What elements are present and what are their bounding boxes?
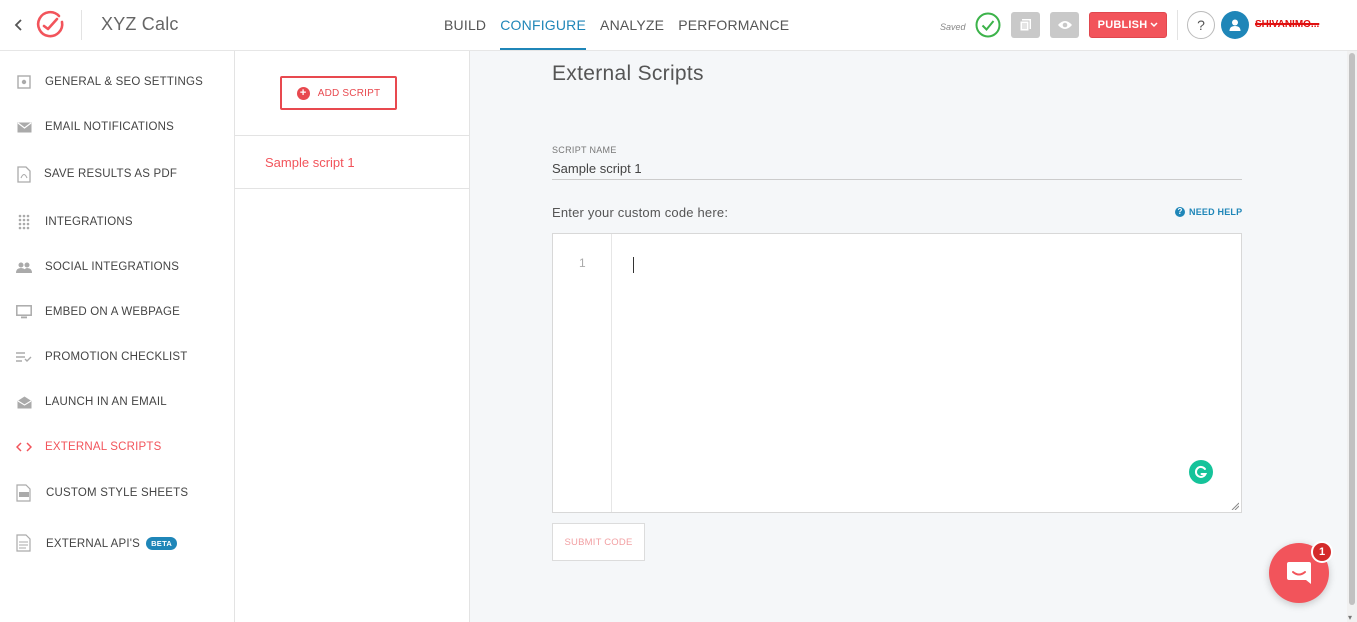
script-name-label: SCRIPT NAME [552,145,617,155]
settings-sidebar: GENERAL & SEO SETTINGS EMAIL NOTIFICATIO… [0,51,235,622]
sidebar-item-label: GENERAL & SEO SETTINGS [45,76,203,88]
checklist-icon [15,348,33,366]
page-scrollbar[interactable]: ▾ [1347,51,1357,622]
publish-button[interactable]: PUBLISH [1089,12,1167,38]
api-file-icon [15,534,33,552]
script-name-input[interactable] [552,157,1242,180]
beta-badge: BETA [146,536,178,550]
user-icon [1229,19,1241,31]
sidebar-item-email-notifications[interactable]: EMAIL NOTIFICATIONS [0,107,234,147]
sidebar-item-save-pdf[interactable]: SAVE RESULTS AS PDF [0,154,234,194]
sidebar-item-custom-style-sheets[interactable]: CUSTOM STYLE SHEETS [0,473,234,513]
tab-analyze[interactable]: ANALYZE [600,0,664,51]
script-list-item[interactable]: Sample script 1 [265,155,355,170]
divider [235,188,469,189]
sidebar-item-embed-webpage[interactable]: EMBED ON A WEBPAGE [0,292,234,332]
chevron-down-icon [1150,20,1158,30]
saved-status-text: Saved [940,22,966,32]
header-divider [81,10,82,40]
main-nav: BUILD CONFIGURE ANALYZE PERFORMANCE [444,0,803,51]
envelope-icon [15,118,33,136]
sidebar-item-label: SOCIAL INTEGRATIONS [45,261,180,273]
add-script-button[interactable]: + ADD SCRIPT [280,76,397,110]
line-number: 1 [579,256,586,270]
tab-configure[interactable]: CONFIGURE [500,0,586,51]
sidebar-item-promotion-checklist[interactable]: PROMOTION CHECKLIST [0,337,234,377]
monitor-icon [15,303,33,321]
need-help-link[interactable]: ? NEED HELP [1175,207,1242,217]
sidebar-item-integrations[interactable]: INTEGRATIONS [0,202,234,242]
plus-circle-icon: + [296,86,310,100]
sidebar-item-external-scripts[interactable]: EXTERNAL SCRIPTS [0,427,234,467]
sidebar-item-label: EXTERNAL SCRIPTS [45,441,162,453]
sidebar-item-label-text: EXTERNAL API'S [46,537,141,550]
settings-icon [15,73,33,91]
sidebar-item-external-apis[interactable]: EXTERNAL API'S BETA [0,523,234,563]
header-divider-right [1177,10,1178,40]
username-label[interactable]: SHIVANIMO... [1255,19,1319,30]
app-title: XYZ Calc [101,14,179,34]
help-circle-icon: ? [1175,207,1185,217]
chat-bubble-icon [1287,562,1311,584]
scroll-down-arrow-icon[interactable]: ▾ [1348,613,1352,622]
people-icon [15,258,33,276]
sidebar-item-label: LAUNCH IN AN EMAIL [45,396,167,408]
chat-notification-badge: 1 [1311,541,1333,563]
sidebar-item-social-integrations[interactable]: SOCIAL INTEGRATIONS [0,247,234,287]
eye-icon [1057,21,1072,29]
documents-icon [1019,19,1031,32]
saved-check-icon [975,12,1001,38]
pdf-icon [15,165,33,183]
copy-button[interactable] [1011,12,1040,38]
divider [235,135,469,136]
top-header: XYZ Calc BUILD CONFIGURE ANALYZE PERFORM… [0,0,1357,51]
preview-button[interactable] [1050,12,1079,38]
tab-build[interactable]: BUILD [444,0,486,51]
submit-code-button[interactable]: SUBMIT CODE [552,523,645,561]
help-button[interactable]: ? [1187,11,1215,39]
add-script-label: ADD SCRIPT [317,87,381,99]
sidebar-item-launch-email[interactable]: LAUNCH IN AN EMAIL [0,382,234,422]
need-help-label: NEED HELP [1189,207,1243,217]
main-content: External Scripts SCRIPT NAME Enter your … [470,51,1347,622]
user-avatar[interactable] [1221,11,1249,39]
code-editor-label: Enter your custom code here: [552,205,729,220]
page-title: External Scripts [552,62,704,85]
publish-label: PUBLISH [1097,19,1148,31]
sidebar-item-label: PROMOTION CHECKLIST [45,351,188,363]
grammarly-icon[interactable] [1189,460,1213,484]
sidebar-item-label: INTEGRATIONS [45,216,133,228]
scripts-list-panel: + ADD SCRIPT Sample script 1 [235,51,470,622]
sidebar-item-general-seo[interactable]: GENERAL & SEO SETTINGS [0,62,234,102]
tab-performance[interactable]: PERFORMANCE [678,0,789,51]
sidebar-item-label: SAVE RESULTS AS PDF [44,168,178,180]
resize-handle-icon[interactable] [1231,502,1239,510]
app-logo-icon[interactable] [33,8,67,42]
sidebar-item-label: CUSTOM STYLE SHEETS [46,487,189,499]
editor-gutter: 1 [553,234,612,512]
sidebar-item-label: EMBED ON A WEBPAGE [45,306,181,318]
scrollbar-thumb[interactable] [1349,53,1355,605]
back-chevron-icon[interactable] [12,15,26,35]
grid-dots-icon [15,213,33,231]
text-cursor [633,257,634,273]
code-editor[interactable]: 1 [552,233,1242,513]
open-envelope-icon [15,393,33,411]
css-file-icon [15,484,33,502]
code-icon [15,438,33,456]
sidebar-item-label: EXTERNAL API'S BETA [46,536,178,550]
sidebar-item-label: EMAIL NOTIFICATIONS [45,121,175,133]
